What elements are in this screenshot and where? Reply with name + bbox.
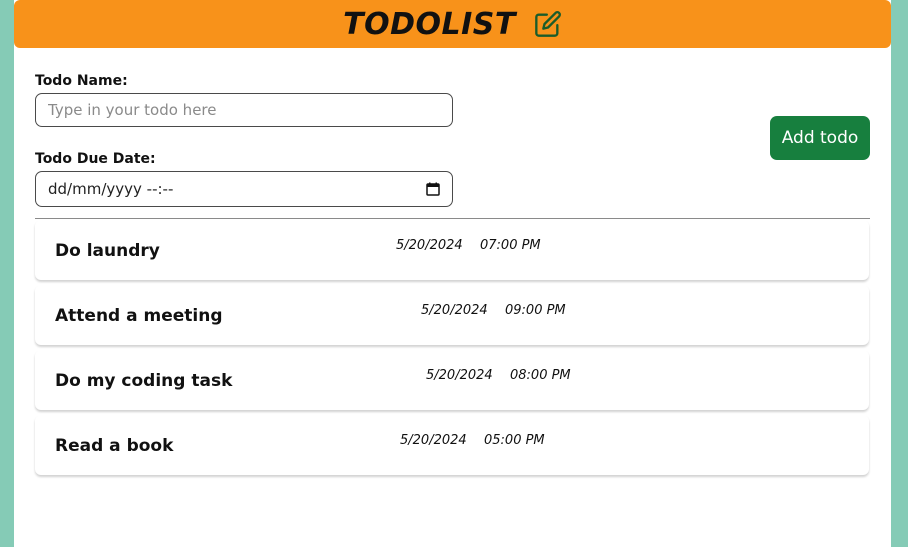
todo-item-time: 07:00 PM (480, 238, 541, 253)
todo-item-time: 09:00 PM (505, 303, 566, 318)
todo-name-label: Todo Name: (35, 73, 128, 89)
todo-due-date-input[interactable]: dd/mm/yyyy --:-- (35, 171, 453, 207)
app-title: TODOLIST (343, 6, 516, 42)
todo-item-name: Do laundry (55, 241, 160, 261)
todo-item[interactable]: Attend a meeting 5/20/2024 09:00 PM (35, 285, 869, 345)
app-header: TODOLIST (14, 0, 891, 48)
todo-item-time: 08:00 PM (510, 368, 571, 383)
todo-item[interactable]: Read a book 5/20/2024 05:00 PM (35, 415, 869, 475)
todo-item-date: 5/20/2024 (421, 303, 488, 318)
todo-item[interactable]: Do laundry 5/20/2024 07:00 PM (35, 220, 869, 280)
todo-item-name: Attend a meeting (55, 306, 223, 326)
todo-item-date: 5/20/2024 (396, 238, 463, 253)
divider (35, 218, 870, 219)
todo-item-name: Read a book (55, 436, 174, 456)
todo-item-time: 05:00 PM (484, 433, 545, 448)
todo-due-date-label: Todo Due Date: (35, 151, 156, 167)
todo-name-input[interactable] (35, 93, 453, 127)
calendar-icon[interactable] (426, 182, 440, 196)
date-input-value: dd/mm/yyyy --:-- (48, 180, 174, 198)
todo-item-date: 5/20/2024 (426, 368, 493, 383)
todo-item-name: Do my coding task (55, 371, 233, 391)
edit-icon (535, 11, 561, 37)
todo-item-date: 5/20/2024 (400, 433, 467, 448)
add-todo-button[interactable]: Add todo (770, 116, 870, 160)
todo-item[interactable]: Do my coding task 5/20/2024 08:00 PM (35, 350, 869, 410)
